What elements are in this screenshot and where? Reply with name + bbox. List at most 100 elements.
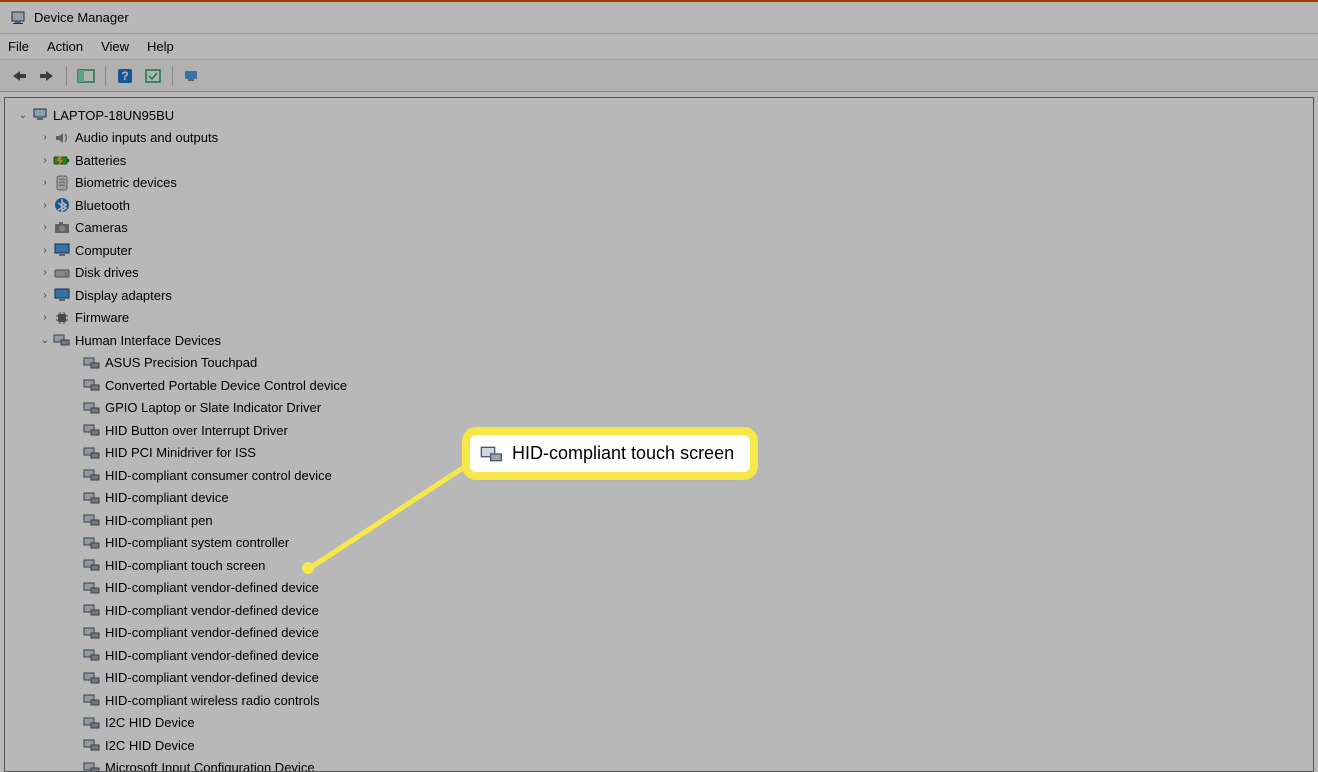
tree-category[interactable]: › Computer: [5, 239, 1313, 262]
chevron-down-icon[interactable]: ⌄: [17, 110, 29, 121]
tree-node-label: HID-compliant vendor-defined device: [105, 580, 319, 595]
battery-icon: [53, 152, 71, 168]
chevron-right-icon[interactable]: ›: [39, 222, 51, 233]
tree-category[interactable]: › Biometric devices: [5, 172, 1313, 195]
callout-highlight: HID-compliant touch screen: [470, 435, 750, 472]
chevron-right-icon[interactable]: ›: [39, 200, 51, 211]
tree-device[interactable]: ASUS Precision Touchpad: [5, 352, 1313, 375]
tree-node-label: Batteries: [75, 153, 126, 168]
help-button[interactable]: ?: [112, 63, 138, 89]
tree-node-label: HID-compliant vendor-defined device: [105, 603, 319, 618]
chevron-down-icon[interactable]: ⌄: [39, 335, 51, 346]
tree-node-label: Audio inputs and outputs: [75, 130, 218, 145]
hid-icon: [83, 692, 101, 708]
chevron-right-icon[interactable]: ›: [39, 290, 51, 301]
tree-category[interactable]: › Cameras: [5, 217, 1313, 240]
hid-icon: [83, 512, 101, 528]
toolbar-separator: [105, 66, 106, 86]
chevron-right-icon[interactable]: ›: [39, 267, 51, 278]
speaker-icon: [53, 130, 71, 146]
menu-help[interactable]: Help: [147, 39, 174, 54]
menu-view[interactable]: View: [101, 39, 129, 54]
tree-category[interactable]: ›Bluetooth: [5, 194, 1313, 217]
hid-icon: [83, 760, 101, 772]
window-title: Device Manager: [34, 10, 129, 25]
tree-device[interactable]: HID-compliant wireless radio controls: [5, 689, 1313, 712]
fingerprint-icon: [53, 175, 71, 191]
back-button[interactable]: [6, 63, 32, 89]
tree-node-label: Cameras: [75, 220, 128, 235]
hid-icon: [53, 332, 71, 348]
hid-icon: [480, 444, 504, 464]
tree-node-label: Firmware: [75, 310, 129, 325]
callout-text: HID-compliant touch screen: [512, 443, 734, 464]
tree-node-label: HID-compliant vendor-defined device: [105, 648, 319, 663]
menubar: File Action View Help: [0, 34, 1318, 60]
chevron-right-icon[interactable]: ›: [39, 177, 51, 188]
tree-category[interactable]: › Firmware: [5, 307, 1313, 330]
tree-category[interactable]: › Batteries: [5, 149, 1313, 172]
tree-device[interactable]: HID-compliant vendor-defined device: [5, 667, 1313, 690]
titlebar: Device Manager: [0, 2, 1318, 34]
tree-device[interactable]: GPIO Laptop or Slate Indicator Driver: [5, 397, 1313, 420]
tree-category-hid[interactable]: ⌄ Human Interface Devices: [5, 329, 1313, 352]
tree-node-label: Human Interface Devices: [75, 333, 221, 348]
monitor-icon: [53, 287, 71, 303]
tree-node-label: HID PCI Minidriver for ISS: [105, 445, 256, 460]
menu-file[interactable]: File: [8, 39, 29, 54]
tree-device[interactable]: HID-compliant system controller: [5, 532, 1313, 555]
tree-node-label: Computer: [75, 243, 132, 258]
tree-node-label: Disk drives: [75, 265, 139, 280]
tree-device[interactable]: HID-compliant vendor-defined device: [5, 644, 1313, 667]
tree-device[interactable]: Converted Portable Device Control device: [5, 374, 1313, 397]
tree-node-label: HID-compliant device: [105, 490, 229, 505]
hid-icon: [83, 557, 101, 573]
tree-device[interactable]: HID-compliant vendor-defined device: [5, 599, 1313, 622]
computer-icon: [31, 107, 49, 123]
chevron-right-icon[interactable]: ›: [39, 312, 51, 323]
hid-icon: [83, 445, 101, 461]
tree-device[interactable]: HID-compliant vendor-defined device: [5, 622, 1313, 645]
toolbar: ?: [0, 60, 1318, 92]
tree-node-label: Converted Portable Device Control device: [105, 378, 347, 393]
camera-icon: [53, 220, 71, 236]
chevron-right-icon[interactable]: ›: [39, 245, 51, 256]
tree-category[interactable]: › Disk drives: [5, 262, 1313, 285]
tree-node-label: LAPTOP-18UN95BU: [53, 108, 174, 123]
tree-device[interactable]: HID-compliant vendor-defined device: [5, 577, 1313, 600]
hid-icon: [83, 400, 101, 416]
tree-node-label: Biometric devices: [75, 175, 177, 190]
tree-device[interactable]: HID-compliant device: [5, 487, 1313, 510]
tree-node-label: I2C HID Device: [105, 715, 195, 730]
tree-node-label: HID-compliant wireless radio controls: [105, 693, 320, 708]
forward-button[interactable]: [34, 63, 60, 89]
show-hide-console-button[interactable]: [73, 63, 99, 89]
tree-category[interactable]: › Audio inputs and outputs: [5, 127, 1313, 150]
hid-icon: [83, 647, 101, 663]
menu-action[interactable]: Action: [47, 39, 83, 54]
device-manager-icon: [10, 10, 26, 26]
properties-button[interactable]: [179, 63, 205, 89]
bluetooth-icon: [53, 197, 71, 213]
hid-icon: [83, 737, 101, 753]
chevron-right-icon[interactable]: ›: [39, 155, 51, 166]
hid-icon: [83, 580, 101, 596]
disk-icon: [53, 265, 71, 281]
hid-icon: [83, 377, 101, 393]
tree-node-label: HID Button over Interrupt Driver: [105, 423, 288, 438]
tree-node-label: HID-compliant touch screen: [105, 558, 265, 573]
tree-device[interactable]: Microsoft Input Configuration Device: [5, 757, 1313, 772]
hid-icon: [83, 670, 101, 686]
hid-icon: [83, 467, 101, 483]
hid-icon: [83, 535, 101, 551]
scan-hardware-button[interactable]: [140, 63, 166, 89]
tree-device[interactable]: I2C HID Device: [5, 712, 1313, 735]
tree-device[interactable]: HID-compliant touch screen: [5, 554, 1313, 577]
tree-device[interactable]: HID-compliant pen: [5, 509, 1313, 532]
tree-root[interactable]: ⌄ LAPTOP-18UN95BU: [5, 104, 1313, 127]
tree-category[interactable]: ›Display adapters: [5, 284, 1313, 307]
hid-icon: [83, 602, 101, 618]
tree-device[interactable]: I2C HID Device: [5, 734, 1313, 757]
toolbar-separator: [172, 66, 173, 86]
chevron-right-icon[interactable]: ›: [39, 132, 51, 143]
